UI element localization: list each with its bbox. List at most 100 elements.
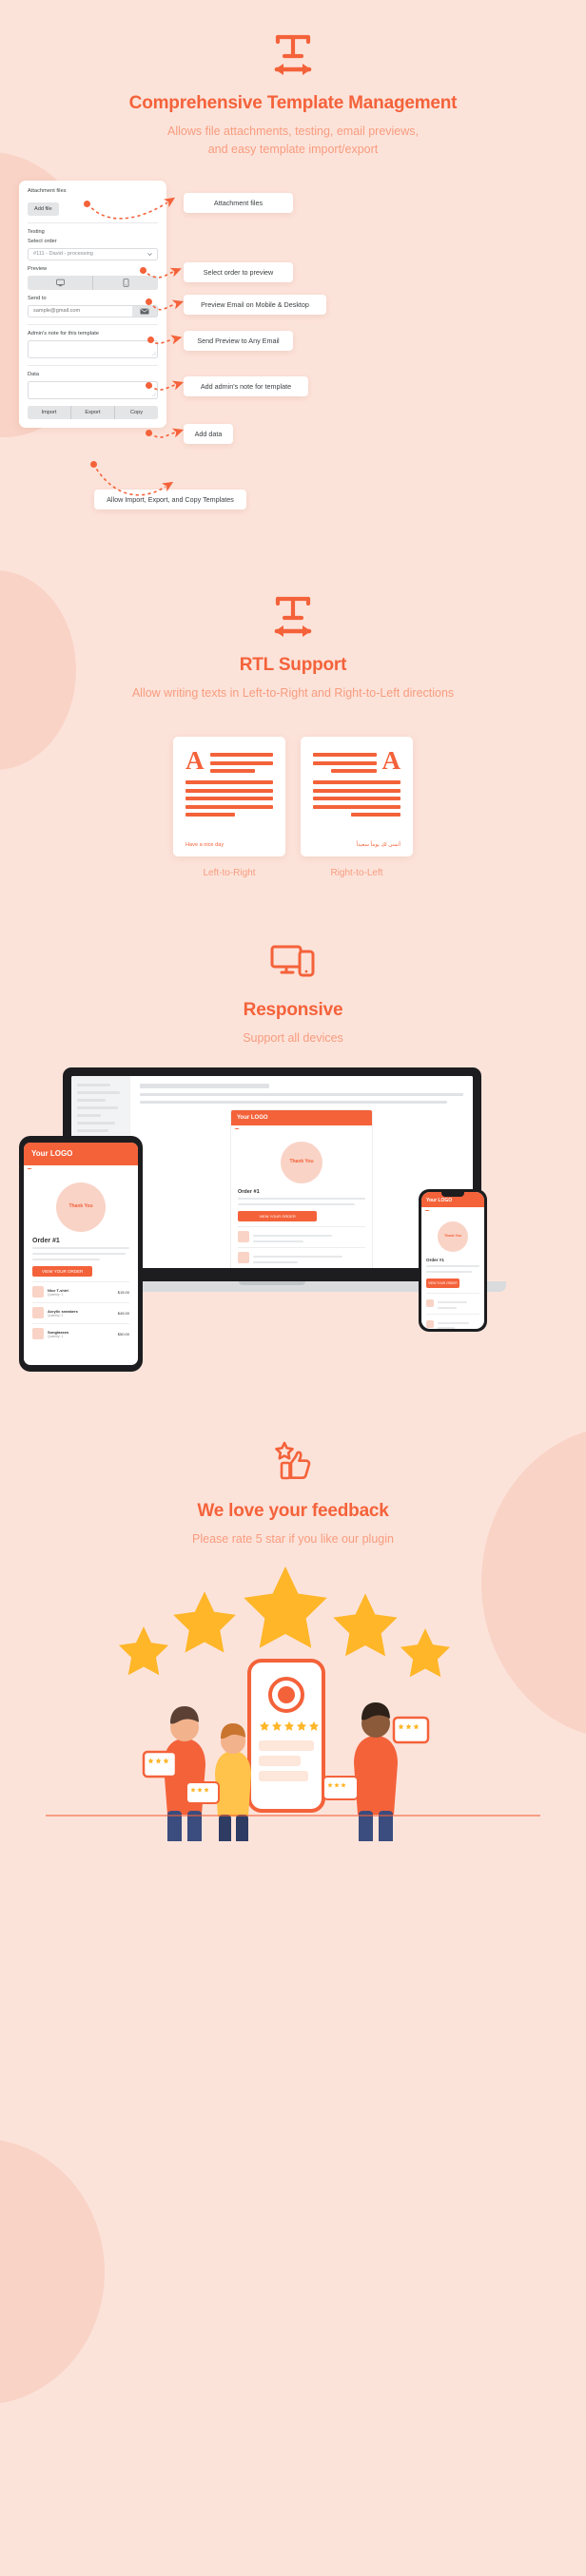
phone-notch (441, 1191, 464, 1197)
divider (28, 323, 158, 325)
data-label: Data (28, 371, 40, 377)
section4-title: We love your feedback (197, 1500, 389, 1521)
item-price: $50.00 (117, 1331, 129, 1336)
testing-label: Testing (28, 228, 45, 235)
admin-note-label: Admin's note for this template (28, 330, 100, 336)
section-feedback: We love your feedback Please rate 5 star… (0, 1372, 586, 1855)
order-item: Nice T-shirt Quantity: 1 $15.00 (32, 1281, 129, 1298)
order-title: Order #1 (238, 1188, 260, 1195)
preview-label: Preview (28, 265, 48, 272)
review-chip (186, 1780, 220, 1804)
view-order-button[interactable]: VIEW YOUR ORDER (238, 1211, 318, 1222)
item-thumbnail (32, 1286, 44, 1298)
callout-send-preview: Send Preview to Any Email (184, 330, 293, 351)
thankyou-badge: Thank You (438, 1221, 468, 1252)
callout-dot (147, 336, 154, 343)
preview-desktop-button[interactable] (28, 276, 92, 290)
callout-add-data: Add data (184, 423, 233, 444)
section2-title: RTL Support (239, 654, 347, 675)
ltr-caption: Have a nice day (186, 842, 225, 849)
section2-subtitle: Allow writing texts in Left-to-Right and… (131, 685, 455, 700)
devices-icon (0, 935, 586, 989)
template-actions-group: Import Export Copy (28, 405, 158, 419)
star-icon (173, 1591, 236, 1653)
badge-line-1: Thank You (289, 1159, 314, 1165)
select-order-value: #111 - David - processing (33, 251, 93, 258)
item-thumbnail (426, 1319, 434, 1328)
section3-title: Responsive (243, 1000, 343, 1021)
divider (28, 364, 158, 366)
device-mockups: Your LOGO Thank You Order #1 VIEW YOUR O… (0, 1067, 586, 1372)
section1-subtitle: Allows file attachments, testing, email … (0, 123, 586, 160)
item-thumbnail (32, 1328, 44, 1340)
email-body: Thank You Order #1 VIEW YOUR ORDER Nice … (24, 1169, 138, 1348)
thumbs-up-star-icon (0, 1436, 586, 1490)
phone-screen: Your LOGO Thank You Order #1 VIEW YOUR O… (421, 1191, 484, 1329)
order-item: Sunglasses Quantity: 1 $50.00 (32, 1323, 129, 1340)
preview-mode-toggle[interactable] (28, 275, 158, 290)
section-template-management: Comprehensive Template Management Allows… (0, 0, 586, 528)
send-to-row (28, 304, 158, 317)
ltr-top-lines (209, 753, 273, 774)
ground-line (46, 1814, 540, 1817)
order-item (426, 1293, 479, 1310)
page-title: Comprehensive Template Management (128, 93, 458, 113)
divider (28, 221, 158, 223)
review-chip (322, 1775, 359, 1800)
item-price: $45.00 (117, 1310, 129, 1316)
mobile-icon (123, 278, 128, 287)
callout-dot (146, 381, 152, 389)
promo-page: Comprehensive Template Management Allows… (0, 0, 586, 2576)
callout-dot (84, 200, 90, 207)
order-item (238, 1226, 365, 1243)
item-thumbnail (238, 1252, 249, 1264)
callout-import-export-copy: Allow Import, Export, and Copy Templates (94, 489, 246, 509)
item-qty: Quantity: 1 (48, 1334, 64, 1338)
rtl-top-lines (313, 753, 377, 774)
data-textarea[interactable] (28, 380, 158, 399)
send-preview-button[interactable] (132, 304, 158, 317)
text-resize-horizontal-icon (0, 29, 586, 82)
order-item (238, 1247, 365, 1264)
email-template-form-card: Attachment files Add file Testing Select… (19, 180, 166, 428)
callout-dot (90, 460, 97, 468)
import-button[interactable]: Import (28, 406, 70, 419)
thankyou-badge: Thank You (56, 1182, 106, 1232)
view-order-button[interactable]: VIEW YOUR ORDER (426, 1278, 459, 1289)
star-icon (244, 1566, 327, 1648)
text-resize-horizontal-icon (0, 590, 586, 644)
export-button[interactable]: Export (70, 405, 114, 419)
email-header: Your LOGO (231, 1109, 372, 1129)
send-to-input[interactable] (28, 304, 132, 317)
admin-note-textarea[interactable] (28, 339, 158, 358)
rtl-demo-row: A Have a nice day A أتمنى لكِ يوماً سعيد… (0, 737, 586, 857)
email-body: Thank You Order #1 VIEW YOUR ORDER (421, 1211, 484, 1329)
order-title: Order #1 (426, 1257, 444, 1262)
rtl-demo-card: A أتمنى لكِ يوماً سعيداً (301, 737, 413, 857)
section4-subtitle: Please rate 5 star if you like our plugi… (192, 1531, 394, 1546)
order-title: Order #1 (32, 1237, 60, 1244)
attachment-files-label: Attachment files (28, 187, 67, 194)
select-order-dropdown[interactable]: #111 - David - processing (28, 247, 158, 260)
item-qty: Quantity: 2 (48, 1313, 64, 1317)
star-icon (400, 1628, 451, 1678)
section3-header: Responsive Support all devices (0, 935, 586, 1048)
star-icon (118, 1626, 169, 1676)
order-item (426, 1314, 479, 1329)
preview-mobile-button[interactable] (92, 275, 158, 290)
view-order-button[interactable]: VIEW YOUR ORDER (32, 1266, 93, 1278)
copy-button[interactable]: Copy (114, 405, 158, 419)
item-thumbnail (426, 1299, 434, 1308)
star-icon (333, 1593, 398, 1657)
ltr-letter: A (186, 746, 205, 776)
callout-admin-note: Add admin's note for template (184, 375, 308, 396)
add-file-button[interactable]: Add file (28, 202, 59, 216)
item-thumbnail (32, 1307, 44, 1319)
ltr-demo-card: A Have a nice day (173, 737, 285, 857)
section-responsive: Responsive Support all devices Your LOGO… (0, 878, 586, 1372)
ltr-body-lines (186, 780, 273, 817)
section-rtl-support: RTL Support Allow writing texts in Left-… (0, 528, 586, 878)
email-header: Your LOGO (24, 1142, 138, 1169)
feedback-illustration (0, 1566, 586, 1855)
item-price: $15.00 (117, 1289, 129, 1295)
